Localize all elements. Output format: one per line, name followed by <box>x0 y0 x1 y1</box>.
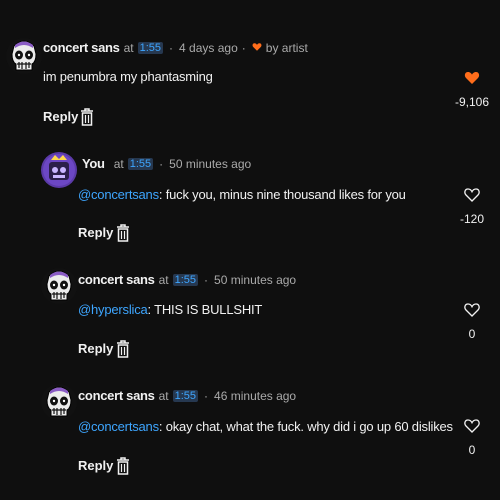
skull-avatar-icon <box>41 268 77 304</box>
heart-filled-icon[interactable] <box>442 70 500 91</box>
comment-header: You at 1:55 · 50 minutes ago <box>82 156 251 171</box>
author-name[interactable]: You <box>82 156 105 171</box>
reply-comment: You at 1:55 · 50 minutes ago @concertsan… <box>0 140 500 255</box>
video-timestamp-link[interactable]: 1:55 <box>137 41 164 54</box>
like-control: 0 <box>442 302 500 341</box>
mention-link[interactable]: @concertsans <box>78 419 159 434</box>
heart-outline-icon[interactable] <box>442 418 500 439</box>
avatar[interactable] <box>41 384 77 420</box>
avatar[interactable] <box>41 152 77 188</box>
mention-link[interactable]: @concertsans <box>78 187 159 202</box>
like-count: -9,106 <box>454 95 490 109</box>
comment-time: 46 minutes ago <box>214 388 297 403</box>
by-artist-label: by artist <box>265 40 308 55</box>
purple-character-avatar-icon <box>41 152 77 188</box>
skull-avatar-icon <box>6 38 42 74</box>
heart-outline-icon[interactable] <box>442 302 500 323</box>
at-label: at <box>113 156 124 171</box>
like-count: 0 <box>468 327 476 341</box>
like-count: 0 <box>468 443 476 457</box>
heart-outline-icon[interactable] <box>442 187 500 208</box>
reply-button[interactable]: Reply <box>78 341 113 356</box>
author-name[interactable]: concert sans <box>43 40 120 55</box>
reply-button[interactable]: Reply <box>43 109 78 124</box>
separator: · <box>204 388 209 403</box>
at-label: at <box>123 40 134 55</box>
like-count: -120 <box>459 212 485 226</box>
video-timestamp-link[interactable]: 1:55 <box>172 389 199 402</box>
reply-button[interactable]: Reply <box>78 458 113 473</box>
video-timestamp-link[interactable]: 1:55 <box>172 273 199 286</box>
like-control: 0 <box>442 418 500 457</box>
author-name[interactable]: concert sans <box>78 388 155 403</box>
reply-comment: concert sans at 1:55 · 50 minutes ago @h… <box>0 255 500 370</box>
trash-icon[interactable] <box>116 339 130 364</box>
skull-avatar-icon <box>41 384 77 420</box>
comment-time: 4 days ago <box>179 40 238 55</box>
at-label: at <box>158 272 169 287</box>
separator: · <box>241 40 246 55</box>
comment-header: concert sans at 1:55 · 4 days ago · by a… <box>43 40 308 55</box>
comment-header: concert sans at 1:55 · 46 minutes ago <box>78 388 296 403</box>
comment-thread: concert sans at 1:55 · 4 days ago · by a… <box>0 0 500 140</box>
comment-text: @hyperslica: THIS IS BULLSHIT <box>78 302 262 317</box>
comment-text: @concertsans: okay chat, what the fuck. … <box>78 419 453 434</box>
separator: · <box>159 156 164 171</box>
comment-body: : okay chat, what the fuck. why did i go… <box>158 419 453 434</box>
mention-link[interactable]: @hyperslica <box>78 302 148 317</box>
comment-text: im penumbra my phantasming <box>43 69 213 84</box>
reply-button[interactable]: Reply <box>78 225 113 240</box>
comment-body: : fuck you, minus nine thousand likes fo… <box>158 187 406 202</box>
author-name[interactable]: concert sans <box>78 272 155 287</box>
separator: · <box>169 40 174 55</box>
like-control: -120 <box>442 187 500 226</box>
trash-icon[interactable] <box>116 223 130 248</box>
comment-body: im penumbra my phantasming <box>43 69 213 84</box>
video-timestamp-link[interactable]: 1:55 <box>127 157 154 170</box>
reply-comment: concert sans at 1:55 · 46 minutes ago @c… <box>0 370 500 500</box>
trash-icon[interactable] <box>116 456 130 481</box>
comment-text: @concertsans: fuck you, minus nine thous… <box>78 187 406 202</box>
at-label: at <box>158 388 169 403</box>
separator: · <box>204 272 209 287</box>
trash-icon[interactable] <box>80 107 94 132</box>
creator-heart-icon <box>252 40 262 55</box>
comment-header: concert sans at 1:55 · 50 minutes ago <box>78 272 296 287</box>
comment-time: 50 minutes ago <box>169 156 252 171</box>
comment-body: : THIS IS BULLSHIT <box>147 302 263 317</box>
avatar[interactable] <box>6 38 42 74</box>
comment-time: 50 minutes ago <box>214 272 297 287</box>
avatar[interactable] <box>41 268 77 304</box>
like-control: -9,106 <box>442 70 500 109</box>
